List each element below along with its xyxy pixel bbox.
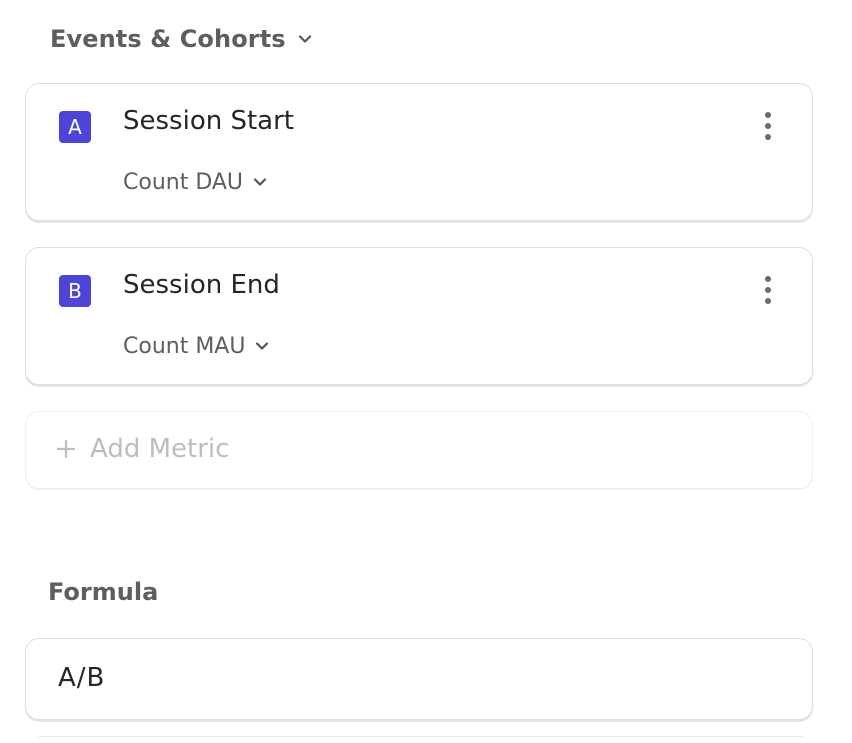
formula-input[interactable]: A/B (25, 638, 813, 720)
more-options-icon[interactable] (754, 111, 782, 141)
measure-label: Count DAU (123, 169, 244, 195)
plus-icon (56, 439, 76, 459)
measure-dropdown[interactable]: Count DAU (123, 168, 267, 196)
add-metric-button[interactable]: Add Metric (25, 411, 813, 489)
section-title: Events & Cohorts (50, 25, 286, 53)
chevron-down-icon (298, 32, 312, 46)
add-metric-label: Add Metric (90, 434, 230, 464)
formula-value: A/B (58, 663, 106, 693)
metric-card-b: B Session End Count MAU (25, 247, 813, 385)
event-name[interactable]: Session End (123, 270, 280, 300)
event-name[interactable]: Session Start (123, 106, 294, 136)
chevron-down-icon (253, 175, 267, 189)
formula-title: Formula (48, 578, 159, 606)
events-cohorts-dropdown[interactable]: Events & Cohorts (50, 22, 312, 56)
metric-letter-badge: A (59, 111, 91, 143)
metric-letter-badge: B (59, 275, 91, 307)
metric-card-a: A Session Start Count DAU (25, 83, 813, 221)
more-options-icon[interactable] (754, 275, 782, 305)
chevron-down-icon (255, 339, 269, 353)
measure-label: Count MAU (123, 333, 246, 359)
measure-dropdown[interactable]: Count MAU (123, 332, 269, 360)
